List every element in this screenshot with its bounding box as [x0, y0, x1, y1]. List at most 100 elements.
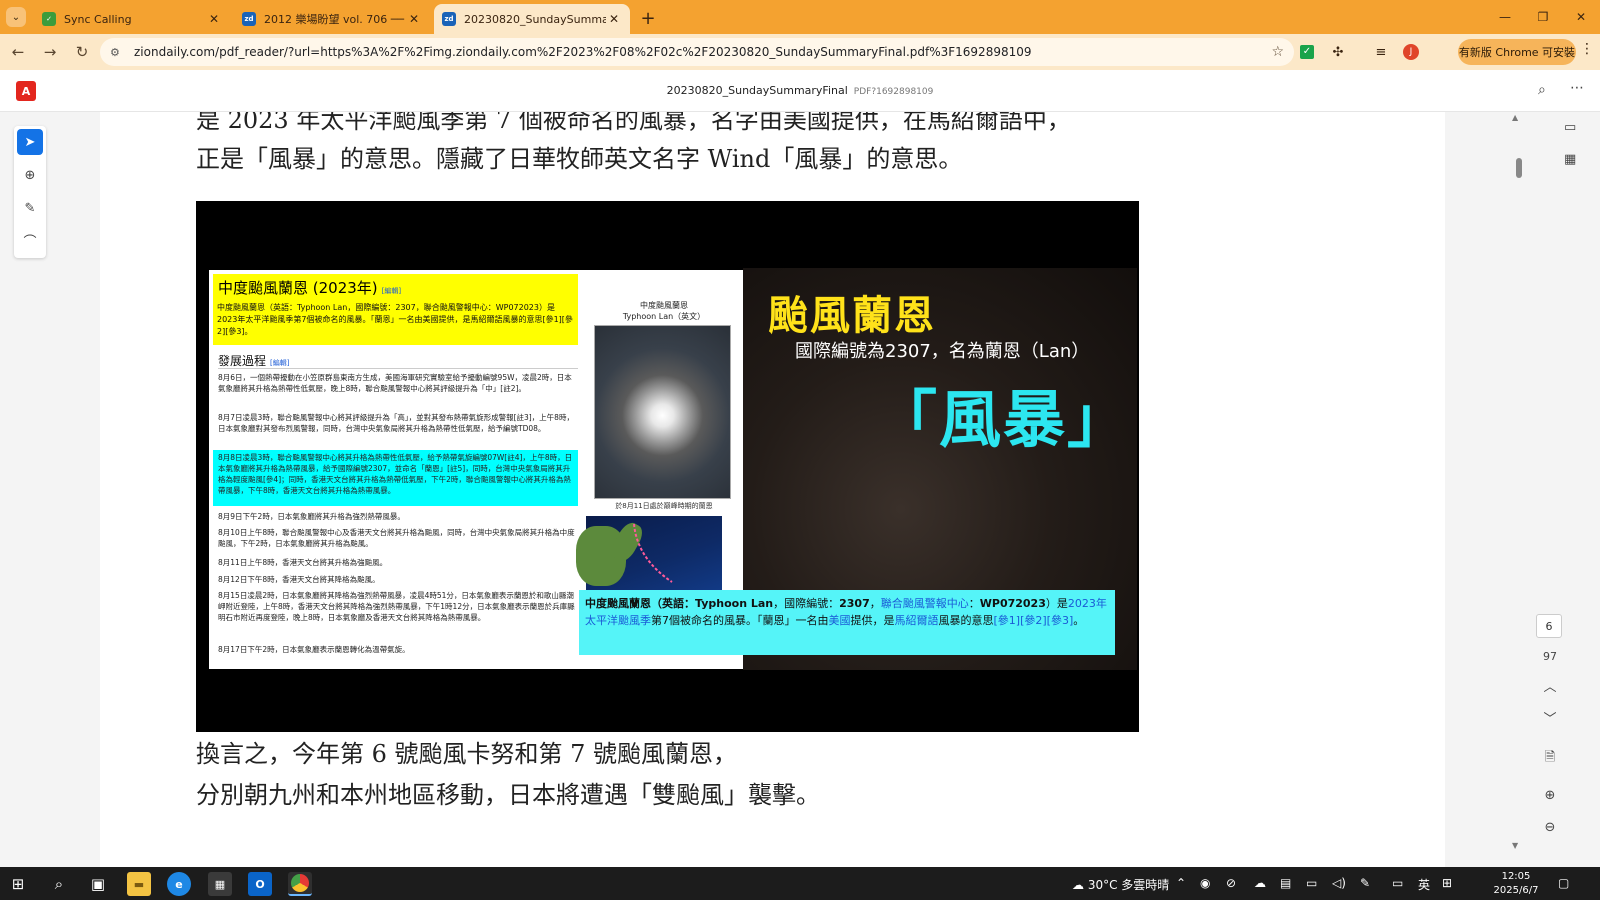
- panel-subtitle: 國際編號為2307，名為蘭恩（Lan）: [795, 341, 1090, 362]
- edge-browser-icon[interactable]: e: [167, 872, 191, 896]
- page-fit-icon[interactable]: 🗎: [1540, 748, 1560, 770]
- task-view-icon[interactable]: ▣: [86, 872, 110, 896]
- site-info-icon[interactable]: ⚙: [110, 46, 126, 59]
- media-control-icon[interactable]: ≡: [1370, 41, 1392, 63]
- close-tab-icon[interactable]: ✕: [206, 12, 222, 26]
- comment-zoom-tool-icon[interactable]: ⊕: [17, 162, 43, 188]
- next-page-icon[interactable]: ﹀: [1540, 708, 1560, 727]
- bookmark-star-icon[interactable]: ☆: [1271, 44, 1284, 60]
- browser-toolbar: ← → ↻ ⚙ ziondaily.com/pdf_reader/?url=ht…: [0, 34, 1600, 70]
- forward-icon[interactable]: →: [36, 38, 64, 66]
- left-toolbar: ➤ ⊕ ✎ ⌒: [14, 126, 46, 258]
- satellite-image: [594, 325, 731, 499]
- comments-panel-icon[interactable]: ▭: [1564, 120, 1576, 135]
- previous-page-icon[interactable]: ︿: [1540, 676, 1560, 695]
- tab-search-button[interactable]: ⌄: [6, 7, 26, 27]
- taskbar-clock[interactable]: 12:05 2025/6/7: [1490, 870, 1542, 898]
- extension-check-icon[interactable]: ✓: [1296, 41, 1318, 63]
- notification-center-icon[interactable]: ▢: [1558, 876, 1569, 890]
- outlook-icon[interactable]: O: [248, 872, 272, 896]
- close-tab-icon[interactable]: ✕: [606, 12, 622, 26]
- event-item-highlighted: 8月8日凌晨3時，聯合颱風警報中心將其升格為熱帶性低氣壓，給予熱帶氣旋編號07W…: [213, 450, 578, 506]
- restore-icon[interactable]: ❐: [1524, 0, 1562, 34]
- keyboard-icon[interactable]: ▭: [1392, 876, 1403, 890]
- address-bar[interactable]: ⚙ ziondaily.com/pdf_reader/?url=https%3A…: [100, 38, 1294, 66]
- ime-indicator[interactable]: 英: [1418, 876, 1430, 893]
- typhoon-figure: 中度颱風蘭恩 (2023年) [編輯] 中度颱風蘭恩（英語：Typhoon Lan…: [196, 201, 1139, 732]
- tab-strip: ⌄ ✓ Sync Calling ✕ zd 2012 樂場盼望 vol. 706…: [0, 0, 1600, 34]
- new-tab-button[interactable]: +: [634, 4, 662, 32]
- event-item: 8月9日下午2時，日本氣象廳將其升格為強烈熱帶風暴。: [218, 512, 405, 521]
- paragraph-line: 正是「風暴」的意思。隱藏了日華牧師英文名字 Wind「風暴」的意思。: [196, 145, 963, 173]
- zoom-out-icon[interactable]: ⊖: [1540, 820, 1560, 835]
- tray-expand-icon[interactable]: ⌃: [1176, 876, 1186, 890]
- pen-icon[interactable]: ✎: [1360, 876, 1370, 890]
- event-item: 8月11日上午8時，香港天文台將其升格為強颱風。: [218, 558, 388, 567]
- event-item: 8月6日，一個熱帶擾動在小笠原群島東南方生成，美國海軍研究實驗室給予擾動編號95…: [218, 373, 572, 393]
- document-title: 20230820_SundaySummaryFinal PDF?169289810…: [0, 84, 1600, 97]
- profile-avatar[interactable]: J: [1400, 41, 1422, 63]
- minimize-icon[interactable]: —: [1486, 0, 1524, 34]
- onedrive-icon[interactable]: ☁: [1254, 876, 1266, 890]
- reload-icon[interactable]: ↻: [68, 38, 96, 66]
- chrome-update-button[interactable]: 有新版 Chrome 可安裝: [1458, 39, 1576, 65]
- store-icon[interactable]: ▦: [208, 872, 232, 896]
- sync-calling-favicon-icon: ✓: [42, 12, 56, 26]
- pdf-workspace: ➤ ⊕ ✎ ⌒ 是 2023 年太平洋颱風季第 7 個被命名的風暴，名字由美國提…: [0, 112, 1600, 867]
- extensions-puzzle-icon[interactable]: ✣: [1327, 41, 1349, 63]
- tab-sunday-summary[interactable]: zd 20230820_SundaySummaryF ✕: [434, 4, 630, 34]
- paragraph-line: 換言之，今年第 6 號颱風卡努和第 7 號颱風蘭恩，: [196, 740, 738, 768]
- event-item: 8月12日下午8時，香港天文台將其降格為颱風。: [218, 575, 380, 584]
- camera-icon[interactable]: ◉: [1200, 876, 1210, 890]
- track-line: [633, 523, 673, 583]
- page-number-input[interactable]: 6: [1536, 614, 1562, 638]
- zoom-in-icon[interactable]: ⊕: [1540, 788, 1560, 803]
- close-tab-icon[interactable]: ✕: [406, 12, 422, 26]
- pdf-more-icon[interactable]: ⋯: [1570, 80, 1584, 96]
- tab-sync-calling[interactable]: ✓ Sync Calling ✕: [34, 4, 230, 34]
- page-total: 97: [1543, 650, 1557, 663]
- pdf-page: 是 2023 年太平洋颱風季第 7 個被命名的風暴，名字由美國提供，在馬紹爾語中…: [100, 112, 1445, 867]
- chrome-icon[interactable]: [288, 872, 312, 896]
- wiki-title: 中度颱風蘭恩 (2023年) [編輯]: [218, 279, 402, 297]
- section-divider: [218, 368, 578, 369]
- thumbnails-icon[interactable]: ▦: [1564, 152, 1576, 167]
- event-item: 8月17日下午2時，日本氣象廳表示蘭恩轉化為溫帶氣旋。: [218, 645, 410, 654]
- wiki-intro: 中度颱風蘭恩（英語：Typhoon Lan，國際編號：2307，聯合颱風警報中心…: [217, 303, 573, 336]
- select-tool-icon[interactable]: ➤: [17, 129, 43, 155]
- search-icon[interactable]: ⌕: [47, 872, 71, 896]
- pdf-header: A 20230820_SundaySummaryFinal PDF?1692898…: [0, 70, 1600, 112]
- back-icon[interactable]: ←: [4, 38, 32, 66]
- ime-mode-icon[interactable]: ⊞: [1442, 876, 1452, 890]
- event-item: 8月10日上午8時，聯合颱風警報中心及香港天文台將其升格為颱風，同時，台灣中央氣…: [218, 528, 575, 548]
- volume-icon[interactable]: ◁): [1332, 876, 1346, 890]
- sync-off-icon[interactable]: ⊘: [1226, 876, 1236, 890]
- panel-title: 颱風蘭恩: [768, 293, 936, 339]
- network-icon[interactable]: ▭: [1306, 876, 1317, 890]
- zd-favicon-icon: zd: [442, 12, 456, 26]
- draw-tool-icon[interactable]: ✎: [17, 195, 43, 221]
- doc-title-text: 20230820_SundaySummaryFinal: [666, 84, 848, 97]
- track-map-image: [576, 516, 722, 598]
- url-text[interactable]: ziondaily.com/pdf_reader/?url=https%3A%2…: [134, 45, 1271, 59]
- drive-icon[interactable]: ▤: [1280, 876, 1291, 890]
- windows-taskbar: ⊞ ⌕ ▣ ▬ e ▦ O ☁ 30°C 多雲時晴 ⌃ ◉ ⊘ ☁ ▤ ▭ ◁)…: [0, 867, 1600, 900]
- pdf-search-icon[interactable]: ⌕: [1538, 82, 1546, 98]
- paragraph-line: 是 2023 年太平洋颱風季第 7 個被命名的風暴，名字由美國提供，在馬紹爾語中…: [196, 112, 1071, 134]
- close-window-icon[interactable]: ✕: [1562, 0, 1600, 34]
- tab-2012[interactable]: zd 2012 樂場盼望 vol. 706 ── 預 ✕: [234, 4, 430, 34]
- start-windows-icon[interactable]: ⊞: [6, 872, 30, 896]
- paragraph-line: 分別朝九州和本州地區移動，日本將遭遇「雙颱風」襲擊。: [196, 781, 820, 809]
- chrome-menu-icon[interactable]: ⋮: [1578, 41, 1596, 63]
- cyan-summary-box: 中度颱風蘭恩（英語：Typhoon Lan，國際編號：2307，聯合颱風警報中心…: [579, 590, 1115, 655]
- event-item: 8月15日凌晨2時，日本氣象廳將其降格為強烈熱帶風暴，凌晨4時51分，日本氣象廳…: [218, 591, 575, 622]
- lasso-tool-icon[interactable]: ⌒: [17, 227, 43, 253]
- scrollbar-thumb[interactable]: [1516, 158, 1522, 178]
- tab-title: 2012 樂場盼望 vol. 706 ── 預: [264, 13, 406, 26]
- tab-title: Sync Calling: [64, 12, 132, 26]
- file-explorer-icon[interactable]: ▬: [127, 872, 151, 896]
- weather-widget[interactable]: ☁ 30°C 多雲時晴: [1072, 876, 1169, 893]
- window-controls: — ❐ ✕: [1486, 0, 1600, 34]
- vertical-scrollbar[interactable]: ▲ ▼: [1512, 113, 1522, 857]
- event-item: 8月7日凌晨3時，聯合颱風警報中心將其評級提升為「高」，並對其發布熱帶氣旋形成警…: [218, 413, 574, 433]
